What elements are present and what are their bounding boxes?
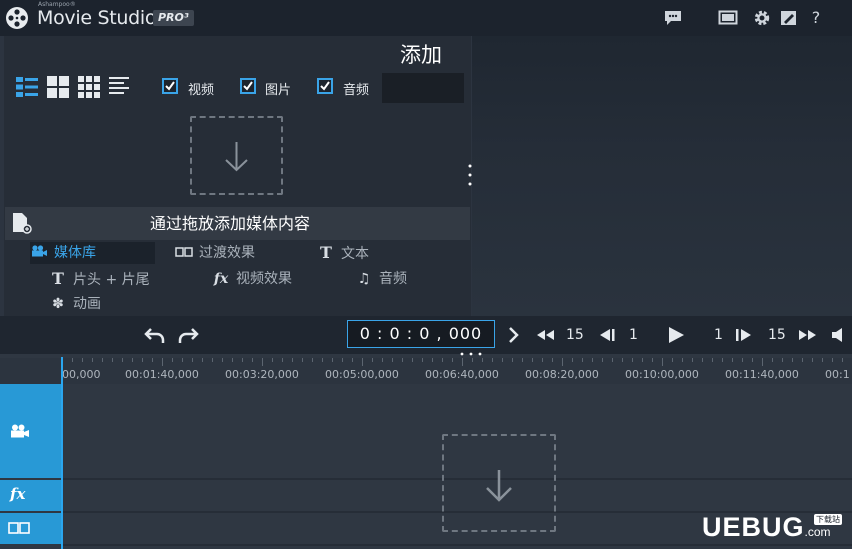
search-input[interactable] bbox=[382, 73, 464, 103]
step-back-icon[interactable] bbox=[596, 323, 618, 347]
video-preview[interactable] bbox=[472, 36, 852, 316]
filter-audio-checkbox[interactable] bbox=[317, 78, 333, 94]
small-grid-icon[interactable] bbox=[78, 76, 100, 98]
redo-icon[interactable] bbox=[176, 323, 200, 347]
watermark-badge: 下载站 bbox=[814, 514, 842, 525]
drop-hint-text: 通过拖放添加媒体内容 bbox=[150, 214, 311, 233]
filter-audio-label: 音频 bbox=[343, 83, 370, 98]
watermark-logo: UEBUG.com 下载站 bbox=[702, 512, 842, 546]
timecode-input[interactable]: 0 : 0 : 0 , 000 bbox=[347, 320, 495, 348]
category-label: 过渡效果 bbox=[199, 245, 255, 261]
timeline-splitter-handle[interactable] bbox=[458, 350, 484, 358]
arrow-down-icon bbox=[225, 142, 248, 172]
tick-label: 00:01:40,000 bbox=[125, 368, 199, 381]
filter-video-label: 视频 bbox=[188, 83, 215, 98]
tick-label: 00:06:40,000 bbox=[425, 368, 499, 381]
fx-icon: fx bbox=[213, 271, 229, 287]
tick-label: 00:08:20,000 bbox=[525, 368, 599, 381]
media-dropzone[interactable] bbox=[190, 116, 283, 195]
fullscreen-icon[interactable] bbox=[718, 9, 738, 27]
volume-icon[interactable] bbox=[830, 323, 846, 347]
arrow-down-icon bbox=[486, 470, 512, 502]
category-text[interactable]: T 文本 bbox=[317, 242, 369, 264]
add-file-icon[interactable] bbox=[12, 212, 32, 234]
category-label: 视频效果 bbox=[236, 271, 292, 287]
panel-splitter-handle[interactable] bbox=[468, 163, 472, 187]
transition-icon bbox=[175, 242, 193, 264]
large-grid-icon[interactable] bbox=[47, 76, 69, 98]
ruler-ticks bbox=[62, 358, 843, 366]
category-animation[interactable]: ✽ 动画 bbox=[49, 293, 101, 315]
step-forward-small: 1 bbox=[714, 327, 723, 343]
flower-icon: ✽ bbox=[52, 296, 64, 312]
camera-icon bbox=[11, 424, 29, 438]
film-reel-icon bbox=[6, 7, 28, 29]
detail-view-icon[interactable] bbox=[16, 76, 38, 98]
tick-label: 00:10:00,000 bbox=[625, 368, 699, 381]
timeline-dropzone[interactable] bbox=[442, 434, 556, 532]
list-view-icon[interactable] bbox=[109, 76, 131, 98]
step-forward-icon[interactable] bbox=[733, 323, 755, 347]
ruler-corner bbox=[0, 358, 62, 384]
play-icon[interactable] bbox=[665, 323, 687, 347]
category-label: 动画 bbox=[73, 296, 101, 312]
category-transitions[interactable]: 过渡效果 bbox=[175, 242, 255, 264]
step-forward-large: 15 bbox=[768, 327, 786, 343]
title-icon: T bbox=[52, 269, 64, 288]
step-back-large: 15 bbox=[566, 327, 584, 343]
transition-track-header[interactable] bbox=[0, 513, 62, 544]
playhead[interactable] bbox=[61, 357, 63, 549]
camera-icon bbox=[30, 242, 48, 264]
music-note-icon: ♫ bbox=[357, 271, 371, 287]
tick-label: 00,000 bbox=[62, 368, 101, 381]
help-icon[interactable]: ? bbox=[806, 9, 826, 27]
category-label: 音频 bbox=[379, 271, 407, 287]
panel-title: 添加 bbox=[400, 43, 442, 67]
tick-label: 00:1 bbox=[825, 368, 850, 381]
undo-icon[interactable] bbox=[143, 323, 167, 347]
fast-forward-icon[interactable] bbox=[797, 323, 819, 347]
watermark-suffix: .com bbox=[804, 525, 831, 539]
fx-track-header[interactable]: fx bbox=[0, 480, 62, 511]
category-audio[interactable]: ♫ 音频 bbox=[355, 268, 407, 290]
fx-icon: fx bbox=[10, 485, 26, 503]
filter-image-label: 图片 bbox=[265, 83, 292, 98]
text-icon: T bbox=[320, 243, 332, 262]
tick-label: 00:11:40,000 bbox=[725, 368, 799, 381]
category-intro-outro[interactable]: T 片头 + 片尾 bbox=[49, 268, 150, 290]
step-back-small: 1 bbox=[629, 327, 638, 343]
chevron-right-icon[interactable] bbox=[506, 323, 522, 347]
edit-icon[interactable] bbox=[779, 9, 799, 27]
category-label: 媒体库 bbox=[54, 245, 96, 261]
gear-icon[interactable] bbox=[752, 9, 772, 27]
video-track-header[interactable] bbox=[0, 384, 62, 478]
filter-video-checkbox[interactable] bbox=[162, 78, 178, 94]
category-label: 文本 bbox=[341, 246, 369, 262]
pro-badge: PRO³ bbox=[153, 10, 194, 26]
category-media-library[interactable]: 媒体库 bbox=[30, 242, 155, 264]
app-name: Movie Studio bbox=[37, 7, 157, 29]
category-label: 片头 + 片尾 bbox=[73, 272, 150, 288]
chat-icon[interactable] bbox=[663, 9, 683, 27]
category-video-effects[interactable]: fx 视频效果 bbox=[212, 268, 292, 290]
tick-label: 00:03:20,000 bbox=[225, 368, 299, 381]
transition-icon bbox=[8, 522, 30, 534]
watermark-text: UEBUG bbox=[702, 512, 805, 542]
filter-image-checkbox[interactable] bbox=[240, 78, 256, 94]
rewind-icon[interactable] bbox=[534, 323, 556, 347]
tick-label: 00:05:00,000 bbox=[325, 368, 399, 381]
